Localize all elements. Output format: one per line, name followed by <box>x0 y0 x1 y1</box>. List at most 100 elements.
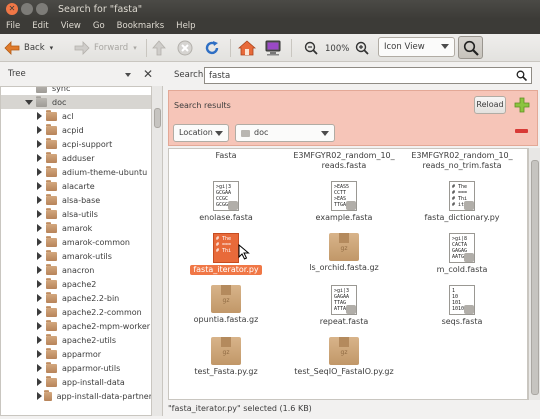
file-item[interactable]: gz ls_orchid.fasta.gz <box>289 233 399 273</box>
close-sidebar-icon[interactable]: ✕ <box>143 67 153 81</box>
file-item[interactable]: # The # === # Thi # it fasta_dictionary.p… <box>407 181 517 223</box>
menu-view[interactable]: View <box>55 19 87 34</box>
sidebar-item-apparmor-utils[interactable]: apparmor-utils <box>1 361 151 375</box>
expander-closed-icon[interactable] <box>35 336 43 344</box>
menu-go[interactable]: Go <box>87 19 111 34</box>
sidebar-item-acpi-support[interactable]: acpi-support <box>1 137 151 151</box>
home-button[interactable] <box>238 38 256 58</box>
up-button[interactable] <box>151 38 167 58</box>
expander-closed-icon[interactable] <box>35 266 43 274</box>
back-dropdown-icon[interactable]: ▾ <box>50 44 54 52</box>
sidebar-item-apache2-mpm-worker[interactable]: apache2-mpm-worker <box>1 319 151 333</box>
minimize-window-button[interactable] <box>21 3 33 15</box>
file-item[interactable]: Fasta <box>171 151 281 161</box>
file-item[interactable]: gz opuntia.fasta.gz <box>171 285 281 325</box>
search-input[interactable]: fasta <box>204 67 532 84</box>
menu-file[interactable]: File <box>0 19 26 34</box>
sidebar-item-adium-theme-ubuntu[interactable]: adium-theme-ubuntu <box>1 165 151 179</box>
expander-closed-icon[interactable] <box>35 210 43 218</box>
folder-icon <box>46 347 57 359</box>
sidebar-title[interactable]: Tree <box>8 69 26 79</box>
folder-icon <box>46 263 57 275</box>
file-item[interactable]: >gi|3 GCGAA CCGC GCGG enolase.fasta <box>171 181 281 223</box>
expander-closed-icon[interactable] <box>35 224 43 232</box>
expander-closed-icon[interactable] <box>35 238 43 246</box>
expander-closed-icon[interactable] <box>35 322 43 330</box>
expander-closed-icon[interactable] <box>35 112 43 120</box>
sidebar-item-app-install-data-partner[interactable]: app-install-data-partner <box>1 389 151 403</box>
file-item[interactable]: >EAS5 CCTT >EAS TTGA example.fasta <box>289 181 399 223</box>
menu-edit[interactable]: Edit <box>26 19 54 34</box>
criterion-type-select[interactable]: Location <box>173 124 229 142</box>
sidebar-item-apache2-2-common[interactable]: apache2.2-common <box>1 305 151 319</box>
file-item[interactable]: >gi|3 GAGAA TTAG ATTAA repeat.fasta <box>289 285 399 327</box>
remove-criterion-button[interactable] <box>515 129 528 133</box>
stop-button[interactable] <box>177 38 193 58</box>
sidebar-item-apache2-utils[interactable]: apache2-utils <box>1 333 151 347</box>
expander-closed-icon[interactable] <box>35 280 43 288</box>
search-toggle-button[interactable] <box>458 36 483 59</box>
expander-closed-icon[interactable] <box>35 196 43 204</box>
file-item[interactable]: # The # === # Thi fasta_iterator.py <box>171 233 281 275</box>
sidebar-item-adduser[interactable]: adduser <box>1 151 151 165</box>
sidebar-item-apache2[interactable]: apache2 <box>1 277 151 291</box>
sidebar-item-amarok[interactable]: amarok <box>1 221 151 235</box>
forward-button[interactable]: Forward ▾ <box>74 38 137 58</box>
folder-icon <box>43 389 52 401</box>
expander-closed-icon[interactable] <box>35 350 43 358</box>
lock-icon <box>464 201 474 210</box>
file-item[interactable]: 1 10 101 1010 seqs.fasta <box>407 285 517 327</box>
expander-closed-icon[interactable] <box>35 364 43 372</box>
sidebar-item-apparmor[interactable]: apparmor <box>1 347 151 361</box>
expander-closed-icon[interactable] <box>35 154 43 162</box>
sidebar-item-doc[interactable]: doc <box>1 95 151 109</box>
sidebar-item-app-install-data[interactable]: app-install-data <box>1 375 151 389</box>
expander-closed-icon[interactable] <box>35 140 43 148</box>
sidebar-scroll-thumb[interactable] <box>154 108 161 128</box>
sidebar-item-amarok-utils[interactable]: amarok-utils <box>1 249 151 263</box>
sidebar-item-acl[interactable]: acl <box>1 109 151 123</box>
expander-closed-icon[interactable] <box>35 252 43 260</box>
sidebar-mode-chevron-icon[interactable] <box>125 73 131 77</box>
sidebar-item-amarok-common[interactable]: amarok-common <box>1 235 151 249</box>
expander-closed-icon[interactable] <box>25 87 33 92</box>
expander-closed-icon[interactable] <box>35 182 43 190</box>
expander-closed-icon[interactable] <box>35 294 43 302</box>
sidebar-item-alsa-base[interactable]: alsa-base <box>1 193 151 207</box>
sidebar-item-apache2-2-bin[interactable]: apache2.2-bin <box>1 291 151 305</box>
menu-help[interactable]: Help <box>170 19 201 34</box>
location-select[interactable]: doc <box>235 124 335 142</box>
expander-closed-icon[interactable] <box>35 308 43 316</box>
menu-bookmarks[interactable]: Bookmarks <box>111 19 171 34</box>
files-scrollbar[interactable] <box>528 148 540 400</box>
sidebar-scrollbar[interactable] <box>152 86 163 416</box>
file-item[interactable]: E3MFGYR02_random_10_ reads_no_trim.fasta <box>407 151 517 171</box>
expander-closed-icon[interactable] <box>35 168 43 176</box>
expander-closed-icon[interactable] <box>35 392 42 400</box>
expander-closed-icon[interactable] <box>35 126 43 134</box>
back-button[interactable]: Back ▾ <box>4 38 53 58</box>
zoom-out-button[interactable] <box>303 38 319 58</box>
sidebar-item-alsa-utils[interactable]: alsa-utils <box>1 207 151 221</box>
maximize-window-button[interactable] <box>36 3 48 15</box>
computer-button[interactable] <box>264 38 282 58</box>
reload-results-button[interactable]: Reload <box>474 96 506 114</box>
search-icon[interactable] <box>516 70 528 84</box>
sidebar-item-sync[interactable]: sync <box>1 87 151 95</box>
file-item[interactable]: E3MFGYR02_random_10_ reads.fasta <box>289 151 399 171</box>
close-window-button[interactable]: ✕ <box>6 3 18 15</box>
files-scroll-thumb[interactable] <box>531 160 539 395</box>
sidebar-item-acpid[interactable]: acpid <box>1 123 151 137</box>
file-item[interactable]: >gi|8 CACTA GAGAG AATGA m_cold.fasta <box>407 233 517 275</box>
zoom-in-button[interactable] <box>354 38 370 58</box>
reload-button[interactable] <box>204 38 220 58</box>
file-item[interactable]: gz test_Fasta.py.gz <box>171 337 281 377</box>
view-mode-select[interactable]: Icon View <box>378 37 455 57</box>
add-criterion-button[interactable] <box>514 97 530 113</box>
expander-open-icon[interactable] <box>25 98 33 106</box>
sidebar-item-anacron[interactable]: anacron <box>1 263 151 277</box>
forward-dropdown-icon[interactable]: ▾ <box>133 44 137 52</box>
expander-closed-icon[interactable] <box>35 378 43 386</box>
file-item[interactable]: gz test_SeqIO_FastaIO.py.gz <box>289 337 399 377</box>
sidebar-item-alacarte[interactable]: alacarte <box>1 179 151 193</box>
